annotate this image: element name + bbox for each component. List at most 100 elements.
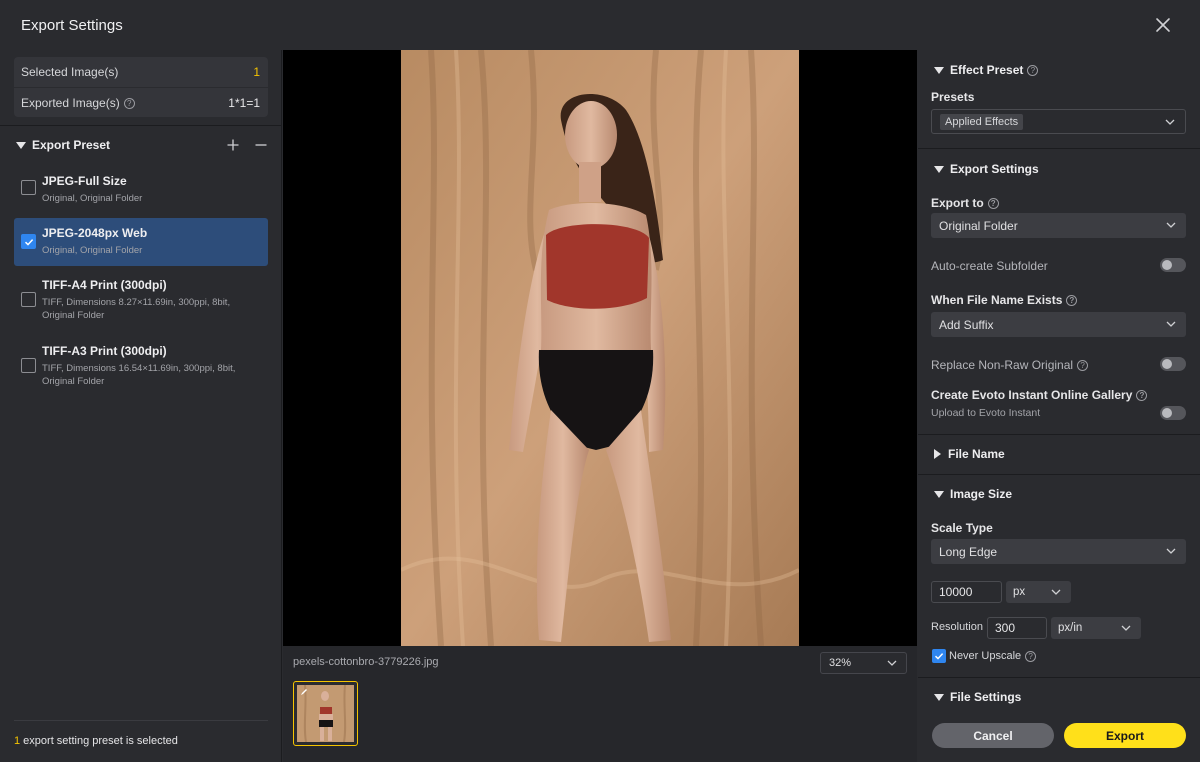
effect-preset-title: Effect Preset: [950, 63, 1024, 77]
chevron-down-icon: [1121, 625, 1131, 631]
export-preset-list: JPEG-Full Size Original, Original Folder…: [14, 166, 268, 402]
help-icon[interactable]: ?: [1136, 390, 1148, 402]
export-to-label-row: Export to?: [931, 196, 999, 210]
never-upscale-checkbox[interactable]: [932, 649, 946, 663]
preset-item-tiff-a4-print[interactable]: TIFF-A4 Print (300dpi) TIFF, Dimensions …: [14, 270, 268, 336]
replace-original-label: Replace Non-Raw Original: [931, 358, 1074, 372]
file-exists-label-row: When File Name Exists?: [931, 293, 1078, 307]
check-icon: [24, 239, 34, 246]
replace-original-label-row: Replace Non-Raw Original?: [931, 358, 1089, 372]
chevron-down-icon: [1051, 589, 1061, 595]
export-to-dropdown[interactable]: Original Folder: [931, 213, 1186, 238]
left-panel: Selected Image(s) 1 Exported Image(s)? 1…: [0, 50, 282, 762]
chevron-down-icon: [887, 660, 897, 666]
file-settings-title: File Settings: [950, 690, 1022, 704]
collapse-triangle-icon: [934, 490, 944, 498]
file-name-header[interactable]: File Name: [934, 445, 1005, 463]
image-thumbnail[interactable]: [293, 681, 358, 746]
image-stats: Selected Image(s) 1 Exported Image(s)? 1…: [14, 57, 268, 117]
presets-label: Presets: [931, 90, 975, 104]
zoom-dropdown[interactable]: 32%: [820, 652, 907, 674]
file-exists-dropdown[interactable]: Add Suffix: [931, 312, 1186, 337]
help-icon[interactable]: ?: [1077, 360, 1089, 372]
help-icon[interactable]: ?: [1027, 64, 1039, 76]
resolution-unit-dropdown[interactable]: px/in: [1051, 617, 1141, 639]
auto-subfolder-label: Auto-create Subfolder: [931, 259, 1048, 273]
scale-type-label: Scale Type: [931, 521, 993, 535]
export-preset-header[interactable]: Export Preset: [16, 136, 268, 154]
remove-preset-icon[interactable]: [254, 138, 268, 152]
export-to-value: Original Folder: [939, 218, 1018, 233]
dialog-title: Export Settings: [21, 16, 123, 34]
scale-type-dropdown[interactable]: Long Edge: [931, 539, 1186, 564]
divider: [918, 434, 1200, 435]
resolution-unit-value: px/in: [1058, 622, 1083, 634]
preset-checkbox[interactable]: [21, 292, 36, 307]
preset-checkbox[interactable]: [21, 234, 36, 249]
exported-images-row: Exported Image(s)? 1*1=1: [14, 87, 268, 117]
presets-dropdown[interactable]: Applied Effects: [931, 109, 1186, 134]
preset-name: JPEG-Full Size: [42, 174, 127, 188]
gallery-sub-label: Upload to Evoto Instant: [931, 407, 1041, 419]
replace-original-toggle[interactable]: [1160, 357, 1186, 371]
expand-triangle-icon: [934, 449, 941, 459]
preset-name: TIFF-A4 Print (300dpi): [42, 278, 167, 292]
divider: [918, 474, 1200, 475]
chevron-down-icon: [1165, 119, 1175, 125]
collapse-triangle-icon: [934, 66, 944, 74]
preset-desc: TIFF, Dimensions 16.54×11.69in, 300ppi, …: [42, 363, 236, 387]
preset-name: JPEG-2048px Web: [42, 226, 148, 240]
size-unit-dropdown[interactable]: px: [1006, 581, 1071, 603]
image-size-header[interactable]: Image Size: [934, 485, 1012, 503]
preset-item-jpeg-2048px-web[interactable]: JPEG-2048px Web Original, Original Folde…: [14, 218, 268, 266]
help-icon[interactable]: ?: [123, 97, 135, 109]
size-unit-value: px: [1013, 586, 1026, 598]
collapse-triangle-icon: [934, 693, 944, 701]
selected-images-label: Selected Image(s): [21, 65, 119, 79]
cancel-button[interactable]: Cancel: [932, 723, 1054, 748]
auto-subfolder-toggle[interactable]: [1160, 258, 1186, 272]
help-icon[interactable]: ?: [987, 198, 999, 210]
gallery-label: Create Evoto Instant Online Gallery: [931, 388, 1133, 402]
export-button[interactable]: Export: [1064, 723, 1186, 748]
preset-desc: Original, Original Folder: [42, 245, 143, 256]
selected-preset-text: export setting preset is selected: [20, 735, 178, 747]
title-bar: Export Settings: [0, 0, 1200, 50]
preset-checkbox[interactable]: [21, 180, 36, 195]
scale-type-value: Long Edge: [939, 544, 998, 559]
effect-preset-header[interactable]: Effect Preset ?: [934, 61, 1039, 79]
chevron-down-icon: [1166, 548, 1176, 554]
close-icon[interactable]: [1152, 14, 1174, 36]
preview-filename: pexels-cottonbro-3779226.jpg: [293, 656, 439, 668]
file-settings-header[interactable]: File Settings: [934, 688, 1021, 706]
divider: [918, 148, 1200, 149]
file-name-title: File Name: [948, 447, 1005, 461]
help-icon[interactable]: ?: [1025, 650, 1037, 662]
portrait-photo: [401, 50, 799, 646]
collapse-triangle-icon: [934, 165, 944, 173]
gallery-upload-toggle[interactable]: [1160, 406, 1186, 420]
collapse-triangle-icon: [16, 141, 26, 149]
add-preset-icon[interactable]: [226, 138, 240, 152]
resolution-label: Resolution: [931, 621, 983, 633]
selected-images-row: Selected Image(s) 1: [14, 57, 268, 87]
export-settings-header[interactable]: Export Settings: [934, 160, 1039, 178]
gallery-label-row: Create Evoto Instant Online Gallery?: [931, 388, 1148, 402]
image-preview: [283, 50, 917, 646]
size-input[interactable]: [931, 581, 1002, 603]
check-icon: [934, 653, 944, 660]
export-to-label: Export to: [931, 196, 984, 210]
preset-item-jpeg-full-size[interactable]: JPEG-Full Size Original, Original Folder: [14, 166, 268, 216]
preset-selection-status: 1 export setting preset is selected: [14, 720, 268, 747]
chevron-down-icon: [1166, 321, 1176, 327]
zoom-value: 32%: [829, 657, 852, 669]
help-icon[interactable]: ?: [1066, 295, 1078, 307]
preset-item-tiff-a3-print[interactable]: TIFF-A3 Print (300dpi) TIFF, Dimensions …: [14, 336, 268, 402]
selected-images-count: 1: [253, 65, 260, 79]
preset-desc: TIFF, Dimensions 8.27×11.69in, 300ppi, 8…: [42, 297, 231, 321]
divider: [0, 125, 282, 126]
export-settings-title: Export Settings: [950, 162, 1039, 176]
chevron-down-icon: [1166, 222, 1176, 228]
preset-checkbox[interactable]: [21, 358, 36, 373]
resolution-input[interactable]: [987, 617, 1047, 639]
